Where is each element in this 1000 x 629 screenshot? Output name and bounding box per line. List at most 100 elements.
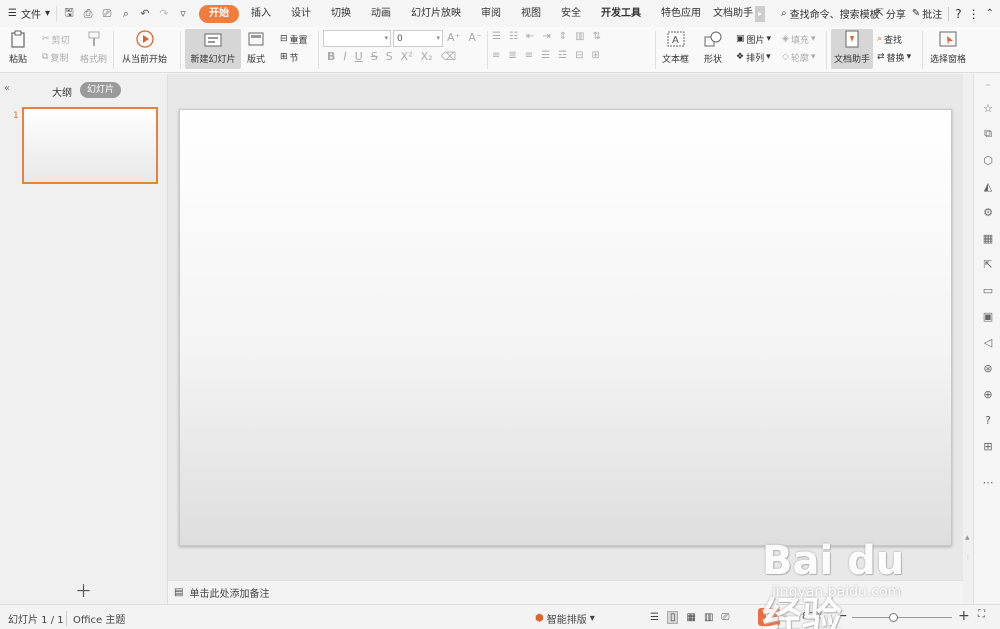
tab-doc-assistant[interactable]: 文档助手	[711, 5, 755, 23]
line-spacing-icon[interactable]: ⇕	[559, 31, 567, 42]
doc-assistant-button[interactable]: 文档助手	[831, 29, 873, 69]
audio-icon[interactable]: ◁	[980, 334, 996, 350]
text-direction-icon[interactable]: ⇅	[593, 31, 601, 42]
italic-icon[interactable]: I	[343, 50, 346, 63]
settings-sliders-icon[interactable]: ⚙	[980, 204, 996, 220]
file-menu[interactable]: ☰ 文件 ▾	[8, 6, 56, 21]
play-from-current-button[interactable]: 从当前开始	[122, 29, 167, 65]
align-text-icon[interactable]: ⊟	[575, 50, 583, 61]
tab-insert[interactable]: 插入	[241, 5, 281, 23]
command-search[interactable]: ⌕ 查找命令、搜索模板	[781, 6, 880, 21]
save-icon[interactable]: 🖫	[61, 6, 77, 22]
bullets-icon[interactable]: ☰	[492, 31, 501, 42]
backup-icon[interactable]: ⊛	[980, 360, 996, 376]
sync-icon[interactable]: ⊕	[980, 386, 996, 402]
zoom-in-icon[interactable]: +	[958, 608, 970, 624]
tab-home[interactable]: 开始	[199, 4, 239, 23]
justify-icon[interactable]: ☰	[541, 50, 550, 61]
align-center-icon[interactable]: ≣	[508, 50, 516, 61]
tab-security[interactable]: 安全	[551, 5, 591, 23]
bold-icon[interactable]: B	[327, 50, 335, 63]
distribute-icon[interactable]: ☲	[558, 50, 567, 61]
reset-button[interactable]: ⊟ 重置	[280, 31, 308, 47]
columns-icon[interactable]: ▥	[575, 31, 584, 42]
normal-view-icon[interactable]: ▯	[666, 611, 679, 624]
apps-grid-icon[interactable]: ⊞	[980, 438, 996, 454]
paste-button[interactable]: 粘贴	[8, 29, 28, 65]
section-button[interactable]: ⊞ 节	[280, 49, 299, 65]
notes-view-icon[interactable]: ☰	[650, 612, 659, 623]
new-slide-button[interactable]: 新建幻灯片	[185, 29, 241, 69]
cut-button[interactable]: ✂ 剪切	[42, 31, 70, 47]
vertical-scrollbar[interactable]: ▲ ⋮	[963, 74, 973, 604]
shapes-icon[interactable]: ⬡	[980, 152, 996, 168]
increase-font-icon[interactable]: A⁺	[447, 31, 460, 44]
smart-art-icon[interactable]: ⊞	[592, 50, 600, 61]
notes-pane[interactable]: ▤ 单击此处添加备注	[168, 580, 963, 604]
tab-view[interactable]: 视图	[511, 5, 551, 23]
fill-button[interactable]: ◈ 填充 ▾	[782, 31, 815, 47]
tab-review[interactable]: 审阅	[471, 5, 511, 23]
tabs-more-icon[interactable]: ▸	[755, 5, 765, 22]
subscript-icon[interactable]: X₂	[421, 50, 433, 63]
clone-icon[interactable]: ⧉	[980, 126, 996, 142]
copy-button[interactable]: ⧉ 复制	[42, 49, 68, 65]
arrange-button[interactable]: ❖ 排列 ▾	[736, 49, 771, 65]
zoom-level[interactable]: 82% ▾	[802, 611, 831, 622]
help-icon[interactable]: ?	[955, 7, 961, 21]
font-name-combo[interactable]: ▾	[323, 30, 391, 47]
tab-design[interactable]: 设计	[281, 5, 321, 23]
outline-button[interactable]: ◇ 轮廓 ▾	[782, 49, 815, 65]
increase-indent-icon[interactable]: ⇥	[542, 31, 550, 42]
tab-special[interactable]: 特色应用	[651, 5, 711, 23]
font-size-combo[interactable]: 0 ▾	[393, 30, 443, 47]
text-box-button[interactable]: A 文本框	[662, 29, 689, 65]
zoom-slider-handle[interactable]	[888, 613, 898, 622]
numbering-icon[interactable]: ☷	[509, 31, 518, 42]
zoom-slider[interactable]	[852, 613, 952, 622]
more-dots-icon[interactable]: ⋯	[980, 474, 996, 490]
comment-button[interactable]: ✎ 批注	[912, 6, 942, 21]
tab-slideshow[interactable]: 幻灯片放映	[401, 5, 471, 23]
presenter-view-icon[interactable]: ⎚	[721, 612, 729, 623]
tab-slides[interactable]: 幻灯片	[80, 82, 122, 98]
zoom-out-icon[interactable]: −	[836, 608, 848, 624]
align-left-icon[interactable]: ≡	[492, 50, 500, 61]
find-button[interactable]: ⌕ 查找	[877, 31, 902, 47]
picture-button[interactable]: ▣ 图片 ▾	[736, 31, 771, 47]
gallery-icon[interactable]: ▦	[980, 230, 996, 246]
layout-button[interactable]: 版式	[246, 29, 266, 65]
preview-icon[interactable]: ⌕	[118, 6, 134, 22]
pin-icon[interactable]: ☆	[980, 100, 996, 116]
export-icon[interactable]: ⇱	[980, 256, 996, 272]
shadow-icon[interactable]: S	[386, 50, 393, 63]
smart-layout-button[interactable]: ⬢ 智能排版 ▾	[535, 611, 595, 626]
sorter-view-icon[interactable]: ▦	[686, 612, 695, 623]
underline-icon[interactable]: U	[355, 50, 363, 63]
image-icon[interactable]: ▣	[980, 308, 996, 324]
tab-transitions[interactable]: 切换	[321, 5, 361, 23]
superscript-icon[interactable]: X²	[401, 50, 413, 63]
align-right-icon[interactable]: ≡	[525, 50, 533, 61]
slide-canvas[interactable]	[179, 109, 952, 546]
print-preview-icon[interactable]: ⎙	[80, 6, 96, 22]
add-slide-icon[interactable]: ＋	[75, 577, 92, 602]
strikethrough-icon[interactable]: S	[371, 50, 378, 63]
format-painter-button[interactable]: 格式刷	[80, 29, 107, 65]
decrease-font-icon[interactable]: A⁻	[468, 31, 481, 44]
customize-icon[interactable]: ▿	[175, 6, 191, 22]
tab-animations[interactable]: 动画	[361, 5, 401, 23]
tab-outline[interactable]: 大纲	[52, 84, 72, 99]
animation-icon[interactable]: ◭	[980, 178, 996, 194]
clear-format-icon[interactable]: ⌫	[441, 50, 457, 63]
undo-icon[interactable]: ↶	[137, 6, 153, 22]
redo-icon[interactable]: ↷	[156, 6, 172, 22]
scroll-up-icon[interactable]: ▲	[965, 534, 970, 541]
replace-button[interactable]: ⇄ 替换 ▾	[877, 49, 911, 65]
slideshow-play-button[interactable]: ▾	[758, 608, 787, 626]
decrease-indent-icon[interactable]: ⇤	[526, 31, 534, 42]
share-button[interactable]: ⇱ 分享	[875, 6, 905, 21]
archive-icon[interactable]: ▭	[980, 282, 996, 298]
fit-window-icon[interactable]: ⛶	[978, 609, 985, 620]
collapse-ribbon-icon[interactable]: ⌃	[986, 8, 994, 19]
